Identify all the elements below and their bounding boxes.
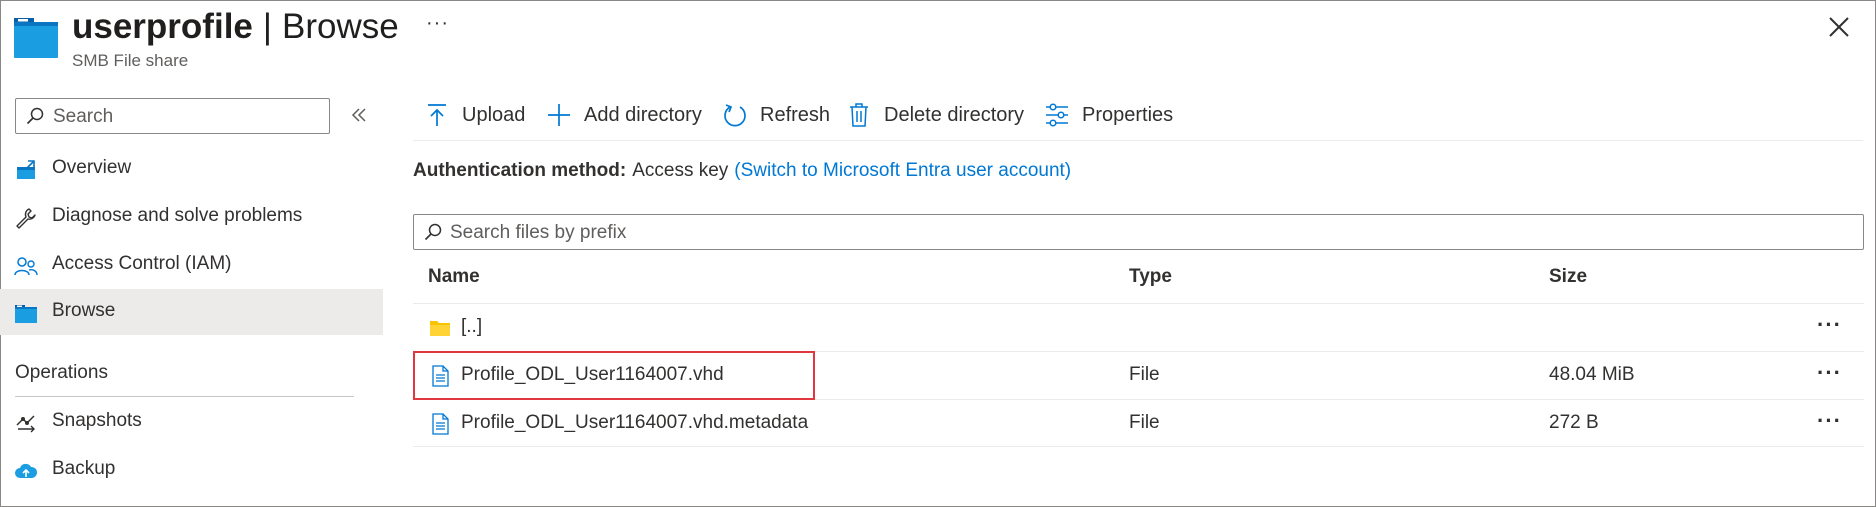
page-title: userprofile | Browse bbox=[72, 4, 399, 50]
sidebar-item-backup[interactable]: Backup bbox=[0, 447, 383, 493]
cloud-backup-icon bbox=[15, 463, 38, 478]
delete-directory-label: Delete directory bbox=[884, 103, 1025, 126]
plus-icon bbox=[548, 104, 570, 126]
search-icon bbox=[424, 223, 442, 241]
sidebar-item-label: Browse bbox=[52, 300, 116, 321]
switch-auth-link[interactable]: (Switch to Microsoft Entra user account) bbox=[734, 160, 1071, 181]
auth-method: Authentication method: Access key (Switch … bbox=[413, 160, 1071, 182]
upload-button[interactable]: Upload bbox=[424, 98, 525, 132]
sidebar-item-overview[interactable]: Overview bbox=[0, 146, 383, 192]
file-size: 48.04 MiB bbox=[1549, 364, 1635, 385]
trash-icon bbox=[850, 103, 868, 127]
upload-label: Upload bbox=[462, 103, 526, 126]
auth-method-label: Authentication method: bbox=[413, 160, 627, 181]
sidebar-item-diagnose[interactable]: Diagnose and solve problems bbox=[0, 194, 383, 240]
wrench-icon bbox=[16, 208, 36, 229]
sidebar-section-operations: Operations bbox=[15, 362, 108, 383]
sidebar-item-label: Access Control (IAM) bbox=[52, 253, 232, 274]
file-name[interactable]: Profile_ODL_User1164007.vhd bbox=[461, 364, 724, 386]
column-header-name[interactable]: Name bbox=[428, 266, 480, 288]
column-header-type[interactable]: Type bbox=[1129, 266, 1172, 288]
close-icon[interactable] bbox=[1826, 14, 1852, 40]
add-directory-label: Add directory bbox=[584, 103, 702, 126]
file-search-placeholder: Search files by prefix bbox=[450, 222, 627, 243]
sidebar-item-snapshots[interactable]: Snapshots bbox=[0, 399, 383, 445]
folder-icon bbox=[430, 321, 450, 336]
search-icon bbox=[26, 107, 44, 125]
table-row[interactable]: Profile_ODL_User1164007.vhd.metadata Fil… bbox=[413, 399, 1864, 447]
collapse-sidebar-icon[interactable] bbox=[348, 104, 370, 126]
table-row[interactable]: [..] ··· bbox=[413, 303, 1864, 351]
sidebar-search-placeholder: Search bbox=[53, 106, 114, 127]
toolbar-divider bbox=[413, 140, 1863, 141]
page-title-blade: Browse bbox=[281, 7, 399, 46]
properties-label: Properties bbox=[1082, 103, 1174, 126]
sidebar-item-browse[interactable]: Browse bbox=[0, 289, 383, 335]
sidebar-item-access-control[interactable]: Access Control (IAM) bbox=[0, 242, 383, 288]
column-header-size[interactable]: Size bbox=[1549, 266, 1587, 288]
file-size: 272 B bbox=[1549, 412, 1599, 433]
file-name[interactable]: Profile_ODL_User1164007.vhd.metadata bbox=[461, 412, 808, 434]
table-row[interactable]: Profile_ODL_User1164007.vhd File 48.04 M… bbox=[413, 351, 1864, 399]
upload-icon bbox=[428, 104, 446, 126]
auth-method-value: Access key bbox=[632, 160, 729, 181]
refresh-icon bbox=[724, 104, 746, 127]
file-search-input[interactable]: Search files by prefix bbox=[413, 214, 1864, 250]
file-icon bbox=[432, 365, 449, 387]
snapshots-icon bbox=[16, 415, 35, 433]
sidebar-search-input[interactable]: Search bbox=[15, 98, 330, 134]
refresh-button[interactable]: Refresh bbox=[722, 98, 830, 132]
sidebar-item-label: Overview bbox=[52, 157, 132, 178]
add-directory-button[interactable]: Add directory bbox=[546, 98, 702, 132]
row-more-button[interactable]: ··· bbox=[1817, 408, 1842, 434]
properties-button[interactable]: Properties bbox=[1044, 98, 1173, 132]
delete-directory-button[interactable]: Delete directory bbox=[846, 98, 1024, 132]
more-options-button[interactable]: ··· bbox=[426, 12, 449, 35]
file-type: File bbox=[1129, 364, 1160, 385]
file-name[interactable]: [..] bbox=[461, 316, 482, 338]
row-more-button[interactable]: ··· bbox=[1817, 360, 1842, 386]
page-subtitle: SMB File share bbox=[72, 51, 189, 70]
file-type: File bbox=[1129, 412, 1160, 433]
page-title-separator: | bbox=[262, 7, 272, 46]
file-share-icon bbox=[14, 18, 58, 58]
sidebar-item-label: Snapshots bbox=[52, 410, 142, 431]
sidebar-item-label: Backup bbox=[52, 458, 116, 479]
properties-icon bbox=[1046, 103, 1068, 127]
sidebar-item-label: Diagnose and solve problems bbox=[52, 205, 303, 226]
divider bbox=[15, 396, 354, 397]
row-more-button[interactable]: ··· bbox=[1817, 312, 1842, 338]
refresh-label: Refresh bbox=[760, 103, 831, 126]
people-icon bbox=[14, 257, 38, 276]
overview-icon bbox=[17, 160, 35, 179]
file-icon bbox=[432, 413, 449, 435]
file-share-icon bbox=[15, 305, 37, 323]
page-title-resource: userprofile bbox=[72, 7, 253, 46]
